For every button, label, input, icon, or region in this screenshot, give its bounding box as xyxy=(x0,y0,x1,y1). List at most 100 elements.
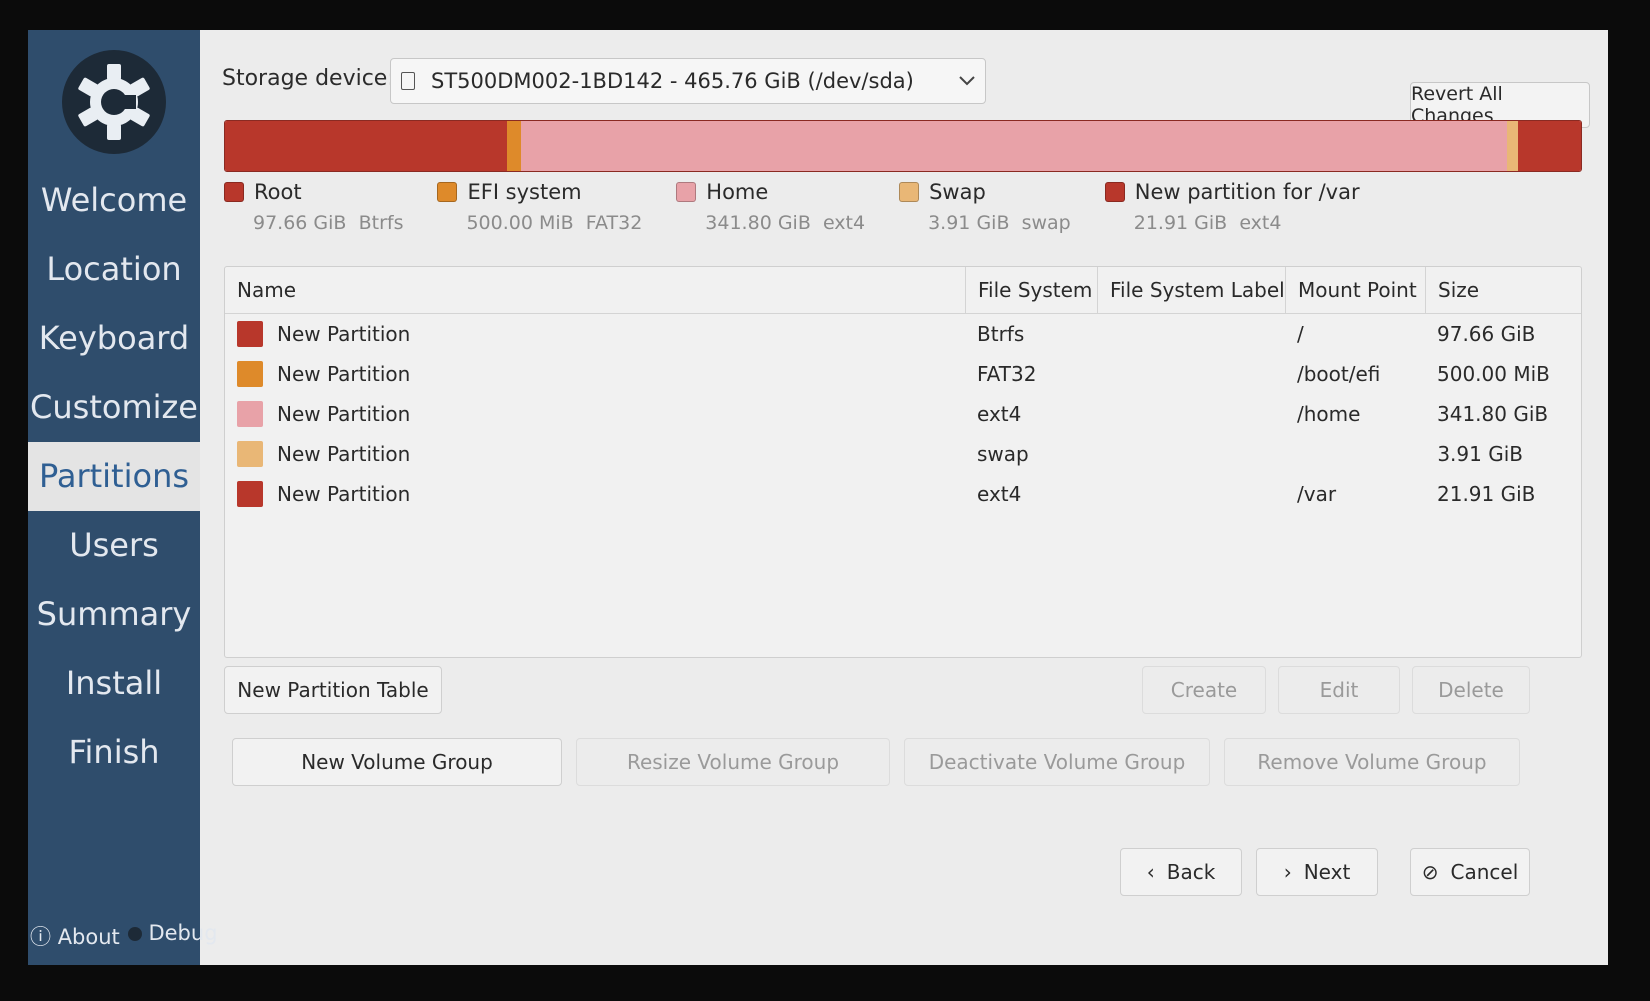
partition-legend: Root 97.66 GiB Btrfs EFI system 500.00 MiB … xyxy=(224,180,1588,260)
deactivate-volume-group-button[interactable]: Deactivate Volume Group xyxy=(904,738,1210,786)
next-label: Next xyxy=(1303,860,1351,884)
partition-table: Name File System File System Label Mount… xyxy=(224,266,1582,658)
legend-fs: swap xyxy=(1021,212,1071,234)
cancel-label: Cancel xyxy=(1450,860,1519,884)
gear-icon xyxy=(78,64,150,140)
table-header: Name File System File System Label Mount… xyxy=(225,267,1581,314)
chevron-down-icon xyxy=(959,76,975,86)
legend-label: EFI system xyxy=(467,180,582,204)
partition-name: New Partition xyxy=(277,482,411,506)
sidebar: Welcome Location Keyboard Customize Part… xyxy=(28,30,218,965)
sidebar-item-welcome[interactable]: Welcome xyxy=(28,166,200,235)
table-row[interactable]: New Partition swap 3.91 GiB xyxy=(225,434,1581,474)
sidebar-item-install[interactable]: Install xyxy=(28,649,200,718)
next-button[interactable]: › Next xyxy=(1256,848,1378,896)
partition-size: 500.00 MiB xyxy=(1437,362,1550,386)
legend-size: 21.91 GiB xyxy=(1133,212,1228,234)
partition-file-system: ext4 xyxy=(977,482,1022,506)
partition-size: 341.80 GiB xyxy=(1437,402,1549,426)
back-label: Back xyxy=(1166,860,1216,884)
storage-device-select[interactable]: ST500DM002-1BD142 - 465.76 GiB (/dev/sda… xyxy=(390,58,986,104)
legend-swatch xyxy=(224,182,244,202)
legend-fs: ext4 xyxy=(822,212,866,234)
partition-mount-point: /boot/efi xyxy=(1297,362,1381,386)
sidebar-footer: ⓘ About Debug xyxy=(28,921,218,951)
legend-item: New partition for /var 21.91 GiB ext4 xyxy=(1104,180,1360,260)
sidebar-item-location[interactable]: Location xyxy=(28,235,200,304)
table-row[interactable]: New Partition FAT32/boot/efi 500.00 MiB xyxy=(225,354,1581,394)
table-body: New Partition Btrfs/97.66 GiB New Partitio… xyxy=(225,314,1581,514)
sidebar-item-summary[interactable]: Summary xyxy=(28,580,200,649)
partition-color-swatch xyxy=(237,321,263,347)
create-button[interactable]: Create xyxy=(1142,666,1266,714)
installer-window: Welcome Location Keyboard Customize Part… xyxy=(28,30,1608,965)
column-file-system-label[interactable]: File System Label xyxy=(1097,267,1285,313)
partition-file-system: swap xyxy=(977,442,1029,466)
partition-color-swatch xyxy=(237,481,263,507)
about-link[interactable]: ⓘ About xyxy=(30,921,120,951)
table-row[interactable]: New Partition Btrfs / 97.66 GiB xyxy=(225,314,1581,354)
sidebar-item-finish[interactable]: Finish xyxy=(28,718,200,787)
partition-bar-segment xyxy=(506,121,521,171)
new-partition-table-button[interactable]: New Partition Table xyxy=(224,666,442,714)
legend-label: Root xyxy=(254,180,302,204)
partition-name: New Partition xyxy=(277,442,411,466)
bug-icon xyxy=(127,927,142,941)
table-row[interactable]: New Partition ext4/var 21.91 GiB xyxy=(225,474,1581,514)
edit-button[interactable]: Edit xyxy=(1278,666,1400,714)
legend-item: EFI system 500.00 MiB FAT32 xyxy=(437,180,642,260)
partition-bar-segment xyxy=(1517,121,1581,171)
chevron-left-icon: ‹ xyxy=(1146,860,1155,884)
partition-file-system: FAT32 xyxy=(977,362,1037,386)
remove-volume-group-button[interactable]: Remove Volume Group xyxy=(1224,738,1520,786)
legend-swatch xyxy=(676,182,697,202)
legend-fs: Btrfs xyxy=(358,212,404,234)
legend-size: 500.00 MiB xyxy=(466,212,574,234)
sidebar-item-users[interactable]: Users xyxy=(28,511,200,580)
partition-size: 97.66 GiB xyxy=(1437,322,1536,346)
legend-label: Home xyxy=(706,180,769,204)
table-row[interactable]: New Partition ext4/home 341.80 GiB xyxy=(225,394,1581,434)
sidebar-item-partitions[interactable]: Partitions xyxy=(28,442,200,511)
partition-file-system: Btrfs xyxy=(977,322,1025,346)
column-size[interactable]: Size xyxy=(1425,267,1535,313)
sidebar-nav: Welcome Location Keyboard Customize Part… xyxy=(28,166,200,787)
partition-size: 21.91 GiB xyxy=(1437,482,1536,506)
cancel-icon: ⊘ xyxy=(1421,860,1439,884)
cancel-button[interactable]: ⊘ Cancel xyxy=(1410,848,1530,896)
sidebar-item-keyboard[interactable]: Keyboard xyxy=(28,304,200,373)
legend-fs: ext4 xyxy=(1239,212,1282,234)
column-mount-point[interactable]: Mount Point xyxy=(1285,267,1425,313)
about-label: About xyxy=(57,925,120,949)
column-name[interactable]: Name xyxy=(225,267,965,313)
main-panel: Storage device: ST500DM002-1BD142 - 465.… xyxy=(214,30,1608,965)
partition-mount-point: /home xyxy=(1297,402,1361,426)
partition-bar-segment xyxy=(1506,121,1518,171)
column-file-system[interactable]: File System xyxy=(965,267,1097,313)
legend-fs: FAT32 xyxy=(585,212,643,234)
legend-size: 97.66 GiB xyxy=(253,212,347,234)
legend-swatch xyxy=(437,182,458,202)
legend-label: Swap xyxy=(929,180,986,204)
storage-device-label: Storage device: xyxy=(222,66,395,91)
partition-bar-segment xyxy=(520,121,1507,171)
legend-swatch xyxy=(899,182,920,202)
legend-swatch xyxy=(1104,182,1125,202)
partition-name: New Partition xyxy=(277,322,411,346)
sidebar-item-customize[interactable]: Customize xyxy=(28,373,200,442)
new-volume-group-button[interactable]: New Volume Group xyxy=(232,738,562,786)
partition-color-swatch xyxy=(237,441,263,467)
legend-item: Home 341.80 GiB ext4 xyxy=(676,180,865,260)
back-button[interactable]: ‹ Back xyxy=(1120,848,1242,896)
legend-size: 341.80 GiB xyxy=(705,212,811,234)
legend-size: 3.91 GiB xyxy=(928,212,1010,234)
partition-color-swatch xyxy=(237,401,263,427)
partition-mount-point: /var xyxy=(1297,482,1337,506)
resize-volume-group-button[interactable]: Resize Volume Group xyxy=(576,738,890,786)
delete-button[interactable]: Delete xyxy=(1412,666,1530,714)
chevron-right-icon: › xyxy=(1283,860,1292,884)
debug-label: Debug xyxy=(148,921,218,945)
legend-label: New partition for /var xyxy=(1134,180,1360,204)
debug-link[interactable]: Debug xyxy=(127,921,218,951)
partition-file-system: ext4 xyxy=(977,402,1022,426)
